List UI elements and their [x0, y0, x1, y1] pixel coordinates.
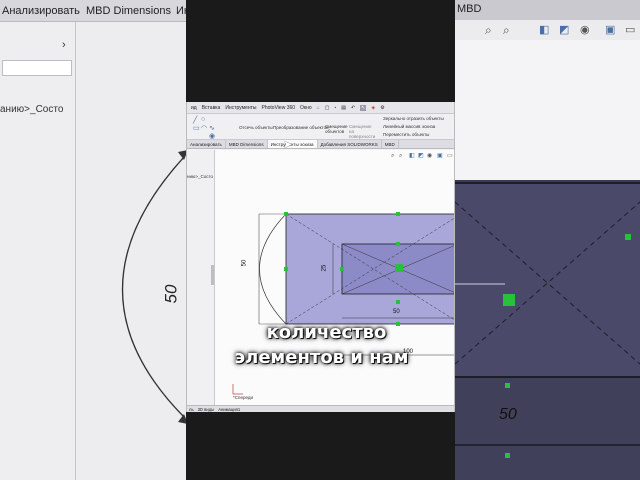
background-dimension-50-vertical: 50 [161, 284, 181, 304]
tab-analyze[interactable]: Анализировать [187, 140, 226, 148]
offset-surface-button[interactable]: Смещение на поверхности [349, 124, 377, 139]
background-tab-bar: Анализировать MBD Dimensions Ин [0, 0, 186, 22]
display-style-icon[interactable]: ◩ [418, 153, 424, 159]
background-tab-bar-right: MBD [455, 0, 640, 20]
sketch-point[interactable] [284, 267, 288, 271]
menu-item-view[interactable]: ид [191, 105, 197, 111]
bottom-tabs: ль 3D виды Анимация1 [187, 405, 454, 412]
display-style-icon: ◩ [559, 24, 570, 36]
background-point-marker [505, 453, 510, 458]
background-field [2, 60, 72, 76]
menu-item-insert[interactable]: Вставка [202, 105, 221, 111]
sketch-point[interactable] [340, 267, 344, 271]
subtitle-line-1: количество [266, 322, 387, 343]
menu-item-photoview[interactable]: PhotoView 360 [262, 105, 296, 111]
menu-item-tools[interactable]: Инструменты [225, 105, 256, 111]
command-ribbon: ╱ ○ ▭ ◠ ∿ ◉ Отсечь объекты Преобразовани… [187, 114, 454, 140]
monitor-icon[interactable]: ▭ [447, 153, 453, 159]
background-view-toolbar: ⌕ ⌕ ◧ ◩ ◉ ▣ ▭ [455, 20, 640, 40]
menu-bar: ид Вставка Инструменты PhotoView 360 Окн… [187, 102, 454, 114]
move-entities-button[interactable]: Переместить объекты [383, 132, 429, 137]
background-zoom-left: Анализировать MBD Dimensions Ин › анию>_… [0, 0, 186, 480]
mirror-entities-button[interactable]: Зеркально отразить объекты [383, 116, 444, 121]
monitor-icon: ▭ [625, 24, 636, 36]
background-white-area [455, 40, 640, 180]
view-settings-icon[interactable]: ▣ [437, 153, 443, 159]
background-endpoint-marker [625, 234, 631, 240]
trim-button[interactable]: Отсечь объекты [239, 125, 273, 130]
background-breadcrumb: анию>_Состо [0, 104, 64, 115]
origin-point[interactable] [395, 264, 403, 272]
background-rect-drawing [455, 201, 640, 365]
background-tab-tools: Ин [176, 5, 186, 17]
tree-scrollbar[interactable] [211, 265, 214, 285]
dimension-label-25[interactable]: 25 [321, 265, 327, 272]
dimension-label-50-vertical[interactable]: 50 [241, 260, 247, 267]
tab-model[interactable]: ль [189, 407, 194, 412]
print-icon[interactable]: ▤ [341, 105, 346, 111]
dimension-label-inner-50[interactable]: 50 [393, 309, 400, 315]
eye-icon[interactable]: ◉ [427, 153, 432, 159]
view-cube-icon: ◧ [539, 24, 550, 36]
view-toolbar: ⌕ ⌕ ◧ ◩ ◉ ▣ ▭ [391, 153, 453, 159]
eye-icon: ◉ [580, 24, 590, 36]
view-cube-icon[interactable]: ◧ [409, 153, 415, 159]
background-tab-mbd: MBD [457, 3, 482, 15]
sketch-point[interactable] [284, 212, 288, 216]
command-manager-tabs: Анализировать MBD Dimensions Инструменты… [187, 140, 454, 149]
background-zoom-right: MBD ⌕ ⌕ ◧ ◩ ◉ ▣ ▭ 50 [455, 0, 640, 480]
background-point-marker [505, 383, 510, 388]
cursor-arrow-icon: ➤ [283, 139, 293, 151]
tab-animation[interactable]: Анимация1 [218, 407, 240, 412]
sketch-point[interactable] [396, 300, 400, 304]
background-dimension-50-horizontal: 50 [499, 406, 517, 423]
zoom-icon: ⌕ [503, 23, 510, 37]
settings-icon[interactable]: ⚙ [380, 105, 384, 111]
tab-3d-views[interactable]: 3D виды [198, 407, 215, 412]
background-arc-drawing [122, 150, 186, 424]
view-settings-icon: ▣ [605, 24, 616, 36]
subtitle-line-2: элементов и нам [234, 347, 409, 368]
select-arrow-icon[interactable]: ↖ [360, 104, 367, 111]
search-icon[interactable]: ⌕ [391, 153, 394, 159]
tab-mbd-dimensions[interactable]: MBD Dimensions [226, 140, 268, 148]
home-icon[interactable]: ⌂ [317, 105, 320, 111]
point-tool-icon[interactable]: ◉ [209, 132, 215, 140]
spline-tool-icon[interactable]: ∿ [209, 124, 215, 132]
menu-item-window[interactable]: Окно [300, 105, 312, 111]
background-lower-area: 50 [455, 378, 640, 480]
zoom-icon[interactable]: ⌕ [399, 153, 402, 159]
convert-entities-button[interactable]: Преобразование объектов [273, 125, 329, 130]
chevron-right-icon: › [62, 39, 66, 51]
background-dimension-drawing [455, 383, 640, 458]
search-icon: ⌕ [485, 23, 492, 37]
undo-icon[interactable]: ↶ [351, 105, 355, 111]
background-tab-mbd-dimensions: MBD Dimensions [86, 5, 171, 17]
new-file-icon[interactable]: ▢ [325, 105, 330, 111]
sketch-point[interactable] [396, 212, 400, 216]
rectangle-tool-icon[interactable]: ▭ [193, 124, 200, 132]
offset-entities-button[interactable]: Смещение объектов [325, 124, 349, 134]
tab-sketch-tools[interactable]: Инструменты эскиза [267, 140, 318, 148]
circle-tool-icon[interactable]: ○ [201, 116, 205, 123]
video-frame: Анализировать MBD Dimensions Ин › анию>_… [0, 0, 640, 480]
arc-dimension-line[interactable] [259, 213, 287, 325]
background-midpoint-marker [503, 294, 515, 306]
tree-breadcrumb[interactable]: нию>_Состо [187, 174, 213, 179]
video-subtitle: количество элементов и нам [186, 320, 455, 370]
tab-mbd[interactable]: MBD [382, 140, 399, 148]
save-icon[interactable]: ▪ [334, 105, 336, 111]
background-canvas: 50 [76, 22, 186, 480]
linear-pattern-button[interactable]: Линейный массив эскиза [383, 124, 435, 129]
background-tab-analyze: Анализировать [2, 5, 80, 17]
arc-tool-icon[interactable]: ◠ [201, 124, 207, 132]
rebuild-icon[interactable]: ◈ [371, 105, 375, 111]
view-orientation-label: *Спереди [233, 395, 253, 400]
sketch-point[interactable] [396, 242, 400, 246]
background-feature-panel: › анию>_Состо [0, 22, 76, 480]
tab-solidworks-addins[interactable]: Добавления SOLIDWORKS [318, 140, 382, 148]
line-tool-icon[interactable]: ╱ [193, 116, 197, 124]
background-rectangle [455, 182, 640, 378]
